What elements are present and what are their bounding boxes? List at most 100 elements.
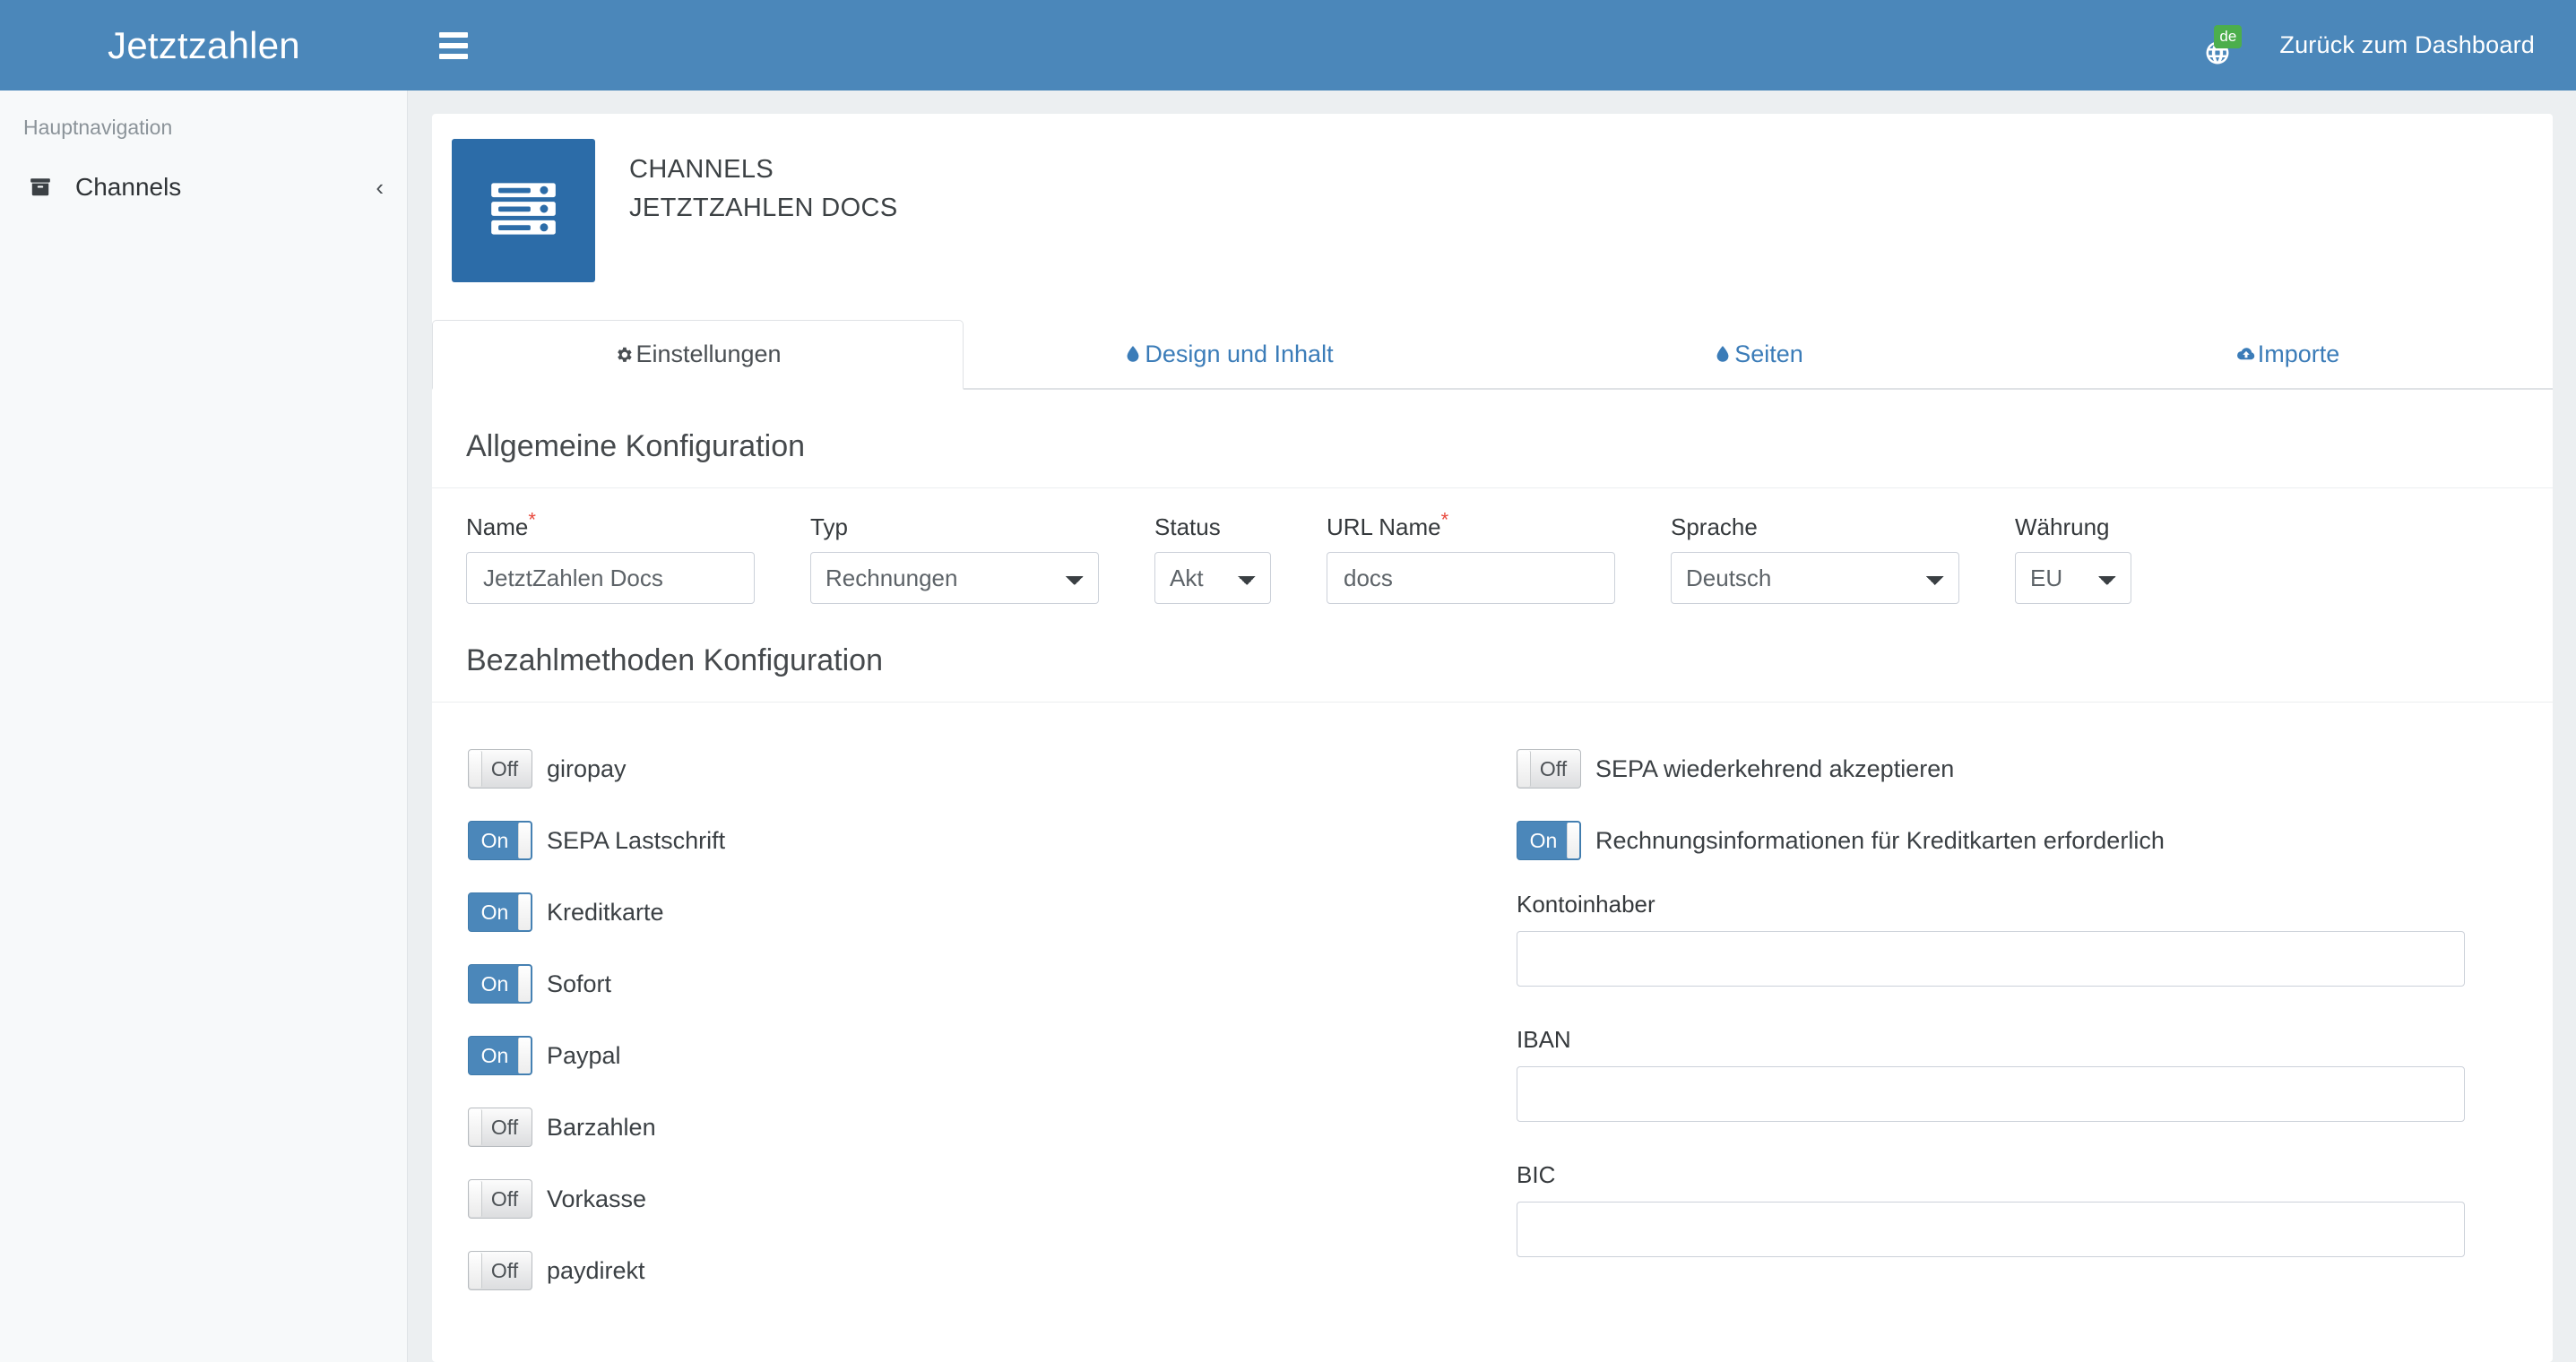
sprache-select[interactable]: Deutsch — [1671, 552, 1959, 604]
toggle-row-sofort: On Sofort — [468, 948, 1472, 1020]
language-badge: de — [2214, 24, 2243, 48]
sidebar-item-channels[interactable]: Channels ‹ — [0, 159, 407, 215]
toggle-knob — [518, 823, 531, 858]
sidebar: Hauptnavigation Channels ‹ — [0, 91, 408, 1362]
field-label-sprache: Sprache — [1671, 513, 1758, 540]
tab-label: Importe — [2257, 340, 2340, 367]
status-select[interactable]: Akt — [1154, 552, 1271, 604]
required-marker: * — [528, 508, 536, 531]
required-marker: * — [1440, 508, 1449, 531]
payment-config: Off giropay On SEPA Lastschrift On Kredi… — [432, 703, 2553, 1306]
field-label-typ: Typ — [810, 513, 848, 540]
toggle-label: paydirekt — [547, 1256, 645, 1284]
field-label-url-name: URL Name* — [1327, 508, 1449, 540]
url-name-input[interactable] — [1327, 552, 1615, 604]
toggle-knob — [1518, 751, 1531, 787]
toggle-row-paydirekt: Off paydirekt — [468, 1235, 1472, 1306]
toggle-knob — [518, 966, 531, 1002]
toggle-giropay[interactable]: Off — [468, 749, 532, 789]
toggle-label: Kreditkarte — [547, 898, 664, 926]
typ-select[interactable]: Rechnungen — [810, 552, 1099, 604]
toggle-vorkasse[interactable]: Off — [468, 1179, 532, 1219]
tab-label: Einstellungen — [635, 340, 782, 367]
toggle-sepa-wiederkehrend[interactable]: Off — [1517, 749, 1581, 789]
hamburger-icon[interactable] — [439, 31, 475, 59]
breadcrumb: CHANNELS — [629, 155, 774, 184]
name-input[interactable] — [466, 552, 755, 604]
section-title-general: Allgemeine Konfiguration — [466, 429, 806, 463]
brand-logo-block[interactable]: Jetztzahlen — [0, 0, 408, 91]
field-bic: BIC — [1517, 1147, 2465, 1257]
toggle-knob — [1567, 823, 1579, 858]
toggle-knob — [470, 1253, 482, 1289]
toggle-sofort[interactable]: On — [468, 964, 532, 1004]
globe-icon[interactable]: de — [2204, 24, 2245, 66]
header-nav-area: de Zurück zum Dashboard — [408, 0, 2576, 91]
toggle-row-sepa-wiederkehrend: Off SEPA wiederkehrend akzeptieren — [1517, 733, 2465, 805]
server-rack-icon — [485, 170, 562, 252]
gear-icon — [614, 343, 634, 366]
toggle-knob — [470, 751, 482, 787]
toggle-row-paypal: On Paypal — [468, 1020, 1472, 1091]
field-name: Name* — [466, 508, 755, 604]
toggle-row-kreditkarte: On Kreditkarte — [468, 876, 1472, 948]
payment-options-column: Off SEPA wiederkehrend akzeptieren On Re… — [1472, 733, 2553, 1306]
tab-seiten[interactable]: Seiten — [1493, 320, 2023, 390]
droplet-icon — [1123, 342, 1143, 366]
kontoinhaber-input[interactable] — [1517, 931, 2465, 987]
toggle-paydirekt[interactable]: Off — [468, 1251, 532, 1290]
header-right-group: de Zurück zum Dashboard — [2204, 24, 2535, 66]
field-sprache: Sprache Deutsch — [1671, 513, 1959, 604]
hamburger-bar — [439, 53, 468, 59]
toggle-label: Vorkasse — [547, 1185, 647, 1212]
main-content: CHANNELS JETZTZAHLEN DOCS Einstellungen … — [409, 91, 2576, 1362]
field-label-name: Name* — [466, 508, 536, 540]
back-to-dashboard-link[interactable]: Zurück zum Dashboard — [2279, 31, 2535, 59]
toggle-paypal[interactable]: On — [468, 1036, 532, 1075]
toggle-barzahlen[interactable]: Off — [468, 1108, 532, 1147]
tab-einstellungen[interactable]: Einstellungen — [432, 320, 964, 390]
toggle-kreditkarte[interactable]: On — [468, 892, 532, 932]
tab-importe[interactable]: Importe — [2023, 320, 2553, 390]
sidebar-section-title: Hauptnavigation — [23, 116, 173, 139]
iban-input[interactable] — [1517, 1066, 2465, 1122]
field-label-iban: IBAN — [1517, 1026, 1571, 1053]
field-label-waehrung: Währung — [2015, 513, 2110, 540]
channel-thumbnail — [452, 139, 595, 282]
toggle-row-vorkasse: Off Vorkasse — [468, 1163, 1472, 1235]
tab-bar: Einstellungen Design und Inhalt Seiten I… — [432, 320, 2553, 390]
channel-settings-card: CHANNELS JETZTZAHLEN DOCS Einstellungen … — [432, 114, 2553, 1362]
page-title: JETZTZAHLEN DOCS — [629, 194, 898, 222]
toggle-sepa-lastschrift[interactable]: On — [468, 821, 532, 860]
field-kontoinhaber: Kontoinhaber — [1517, 876, 2465, 987]
hamburger-bar — [439, 31, 468, 38]
field-label-bic: BIC — [1517, 1161, 1556, 1188]
field-typ: Typ Rechnungen — [810, 513, 1099, 604]
archive-box-icon — [29, 176, 59, 199]
toggle-row-giropay: Off giropay — [468, 733, 1472, 805]
payment-methods-column: Off giropay On SEPA Lastschrift On Kredi… — [432, 733, 1472, 1306]
toggle-label: SEPA wiederkehrend akzeptieren — [1595, 754, 1955, 782]
sidebar-item-label: Channels — [75, 173, 182, 201]
waehrung-select[interactable]: EU — [2015, 552, 2131, 604]
toggle-rechnungsinformationen[interactable]: On — [1517, 821, 1581, 860]
tab-label: Seiten — [1734, 340, 1803, 367]
toggle-label: giropay — [547, 754, 627, 782]
toggle-row-sepa-lastschrift: On SEPA Lastschrift — [468, 805, 1472, 876]
channel-title-group: CHANNELS JETZTZAHLEN DOCS — [595, 139, 898, 223]
toggle-label: SEPA Lastschrift — [547, 826, 726, 854]
bic-input[interactable] — [1517, 1202, 2465, 1257]
field-waehrung: Währung EU — [2015, 513, 2131, 604]
tab-label: Design und Inhalt — [1145, 340, 1334, 367]
toggle-label: Barzahlen — [547, 1113, 656, 1141]
toggle-label: Paypal — [547, 1041, 621, 1069]
field-url-name: URL Name* — [1327, 508, 1615, 604]
field-iban: IBAN — [1517, 1012, 2465, 1122]
section-title-payment: Bezahlmethoden Konfiguration — [466, 643, 883, 677]
tab-design-und-inhalt[interactable]: Design und Inhalt — [964, 320, 1493, 390]
chevron-left-icon[interactable]: ‹ — [376, 176, 384, 199]
toggle-knob — [518, 1038, 531, 1073]
cloud-upload-icon — [2236, 342, 2256, 366]
